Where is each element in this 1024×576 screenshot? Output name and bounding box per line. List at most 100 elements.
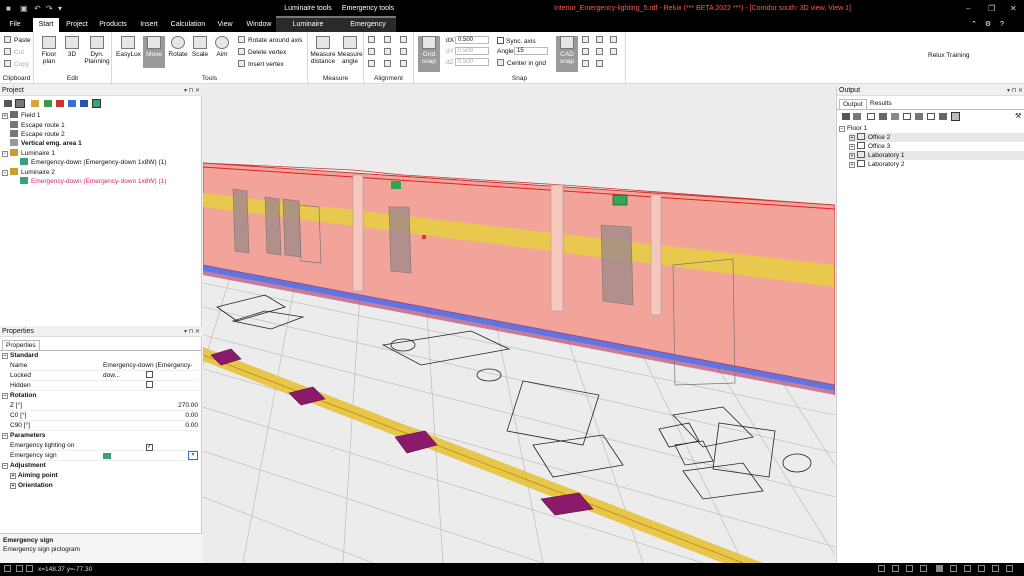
measure-angle-button[interactable]: Measure angle: [337, 36, 363, 65]
page-icon[interactable]: [867, 113, 875, 120]
3d-viewport[interactable]: [203, 85, 835, 563]
document-icon[interactable]: [903, 113, 911, 120]
align-left-button[interactable]: [368, 36, 378, 44]
align-middle-button[interactable]: [384, 48, 394, 56]
tab-properties[interactable]: Properties: [2, 340, 40, 350]
minimize-icon[interactable]: –: [966, 4, 970, 13]
snap-perp-button[interactable]: [610, 48, 620, 56]
same-size-button[interactable]: [400, 60, 410, 68]
snap-nearest-button[interactable]: [596, 60, 606, 68]
filter-icon[interactable]: [31, 100, 39, 107]
prop-c0[interactable]: C0 [°] 0.00: [10, 411, 198, 421]
dz-input[interactable]: 0.500: [455, 58, 489, 66]
angle-input[interactable]: 15: [514, 47, 548, 55]
cut-button[interactable]: Cut: [4, 48, 24, 56]
snap-center-button[interactable]: [582, 48, 592, 56]
move-button[interactable]: Move: [143, 36, 165, 68]
collapse-ribbon-icon[interactable]: ⌃: [968, 18, 980, 32]
center-in-grid-button[interactable]: Center in grid: [497, 59, 546, 67]
search-icon[interactable]: [951, 112, 960, 121]
tab-insert[interactable]: Insert: [136, 18, 162, 32]
locked-checkbox[interactable]: [146, 371, 153, 378]
rotate-button[interactable]: Rotate: [167, 36, 189, 58]
tab-results[interactable]: Results: [867, 99, 895, 109]
measure-distance-button[interactable]: Measure distance: [310, 36, 336, 65]
tree-item-emergency-down-1[interactable]: Emergency-down (Emergency-down 1x8W) (1): [20, 158, 166, 167]
tree-item-escape-route-1[interactable]: Escape route 1: [10, 121, 65, 130]
tab-start[interactable]: Start: [33, 18, 59, 32]
layers-icon[interactable]: [842, 113, 850, 120]
status-grid-icon[interactable]: [4, 565, 11, 572]
tab-output[interactable]: Output: [839, 99, 867, 109]
tab-file[interactable]: File: [4, 18, 26, 32]
rotate-around-axis-button[interactable]: Rotate around axis: [238, 36, 303, 44]
paste-button[interactable]: Paste: [4, 36, 31, 44]
close-icon[interactable]: ✕: [1010, 4, 1017, 13]
object-layer-icon[interactable]: [80, 100, 88, 107]
tab-view[interactable]: View: [213, 18, 237, 32]
tree-item-luminaire-1[interactable]: − Luminaire 1: [2, 149, 55, 158]
floor-plan-button[interactable]: Floor plan: [38, 36, 60, 65]
red-layer-icon[interactable]: [56, 100, 64, 107]
section-adjustment[interactable]: − Adjustment: [2, 461, 198, 471]
align-bottom-button[interactable]: [400, 48, 410, 56]
section-rotation[interactable]: − Rotation: [2, 391, 198, 401]
tab-emergency[interactable]: Emergency: [340, 18, 396, 32]
box-icon[interactable]: [891, 113, 899, 120]
status-view-icon-3[interactable]: [906, 565, 913, 572]
layers-icon[interactable]: [4, 100, 12, 107]
emergency-layer-icon[interactable]: [92, 99, 101, 108]
tab-products[interactable]: Products: [96, 18, 130, 32]
user-name[interactable]: Relux Training: [928, 52, 970, 59]
prop-c90[interactable]: C90 [°] 0.00: [10, 421, 198, 431]
cube-icon[interactable]: [879, 113, 887, 120]
delete-vertex-button[interactable]: Delete vertex: [238, 48, 286, 56]
tools-icon[interactable]: ⚒: [1015, 112, 1021, 120]
tab-project[interactable]: Project: [62, 18, 92, 32]
layers-alt-icon[interactable]: [853, 113, 861, 120]
status-view-icon-5[interactable]: [936, 565, 943, 572]
panel-pin-close-icon[interactable]: ▾ ⊓ ✕: [184, 86, 200, 96]
tree-item-luminaire-2[interactable]: − Luminaire 2: [2, 168, 55, 177]
align-top-button[interactable]: [368, 48, 378, 56]
chart-icon[interactable]: [915, 113, 923, 120]
panel-pin-close-icon[interactable]: ▾ ⊓ ✕: [1007, 86, 1023, 96]
redo-icon[interactable]: ↷: [46, 4, 53, 13]
layers-selected-icon[interactable]: [15, 99, 25, 108]
scale-button[interactable]: Scale: [190, 36, 210, 58]
status-view-icon-10[interactable]: [1006, 565, 1013, 572]
help-icon[interactable]: ?: [996, 18, 1008, 32]
tree-item-floor-1[interactable]: − Floor 1: [839, 124, 867, 133]
insert-vertex-button[interactable]: Insert vertex: [238, 60, 284, 68]
sync-axis-checkbox[interactable]: Sync. axis: [497, 37, 536, 45]
tree-item-emergency-down-2[interactable]: Emergency-down (Emergency-down 1x8W) (1): [20, 177, 166, 186]
restore-icon[interactable]: ❐: [988, 4, 995, 13]
luminaire-marker[interactable]: [422, 235, 426, 239]
prop-name[interactable]: Name Emergency-down (Emergency-dow...: [10, 361, 198, 379]
dropdown-icon[interactable]: ▾: [58, 4, 62, 13]
align-right-button[interactable]: [400, 36, 410, 44]
snap-corner-button[interactable]: [610, 36, 620, 44]
dx-input[interactable]: 0.500: [455, 36, 489, 44]
snap-endpoint-button[interactable]: [582, 36, 592, 44]
blue-layer-icon[interactable]: [68, 100, 76, 107]
status-view-icon-2[interactable]: [892, 565, 899, 572]
section-standard[interactable]: − Standard: [2, 351, 198, 361]
distribute-h-button[interactable]: [368, 60, 378, 68]
tree-item-field[interactable]: + Field 1: [2, 111, 41, 120]
emergency-sign-dropdown[interactable]: ▾: [188, 451, 198, 460]
align-center-button[interactable]: [384, 36, 394, 44]
snap-midpoint-button[interactable]: [596, 48, 606, 56]
aim-button[interactable]: Aim: [212, 36, 232, 58]
status-snap-icon[interactable]: [16, 565, 23, 572]
distribute-v-button[interactable]: [384, 60, 394, 68]
tree-item-office-2[interactable]: + Office 2: [849, 133, 1024, 142]
tree-item-laboratory-1[interactable]: + Laboratory 1: [849, 151, 1024, 160]
3d-scene[interactable]: [203, 85, 835, 563]
emergency-sign-marker-2[interactable]: [612, 194, 628, 206]
dyn-planning-button[interactable]: Dyn. Planning: [84, 36, 110, 65]
hidden-checkbox[interactable]: [146, 381, 153, 388]
status-view-icon-1[interactable]: [878, 565, 885, 572]
status-view-icon-8[interactable]: [978, 565, 985, 572]
section-orientation[interactable]: + Orientation: [10, 481, 198, 491]
